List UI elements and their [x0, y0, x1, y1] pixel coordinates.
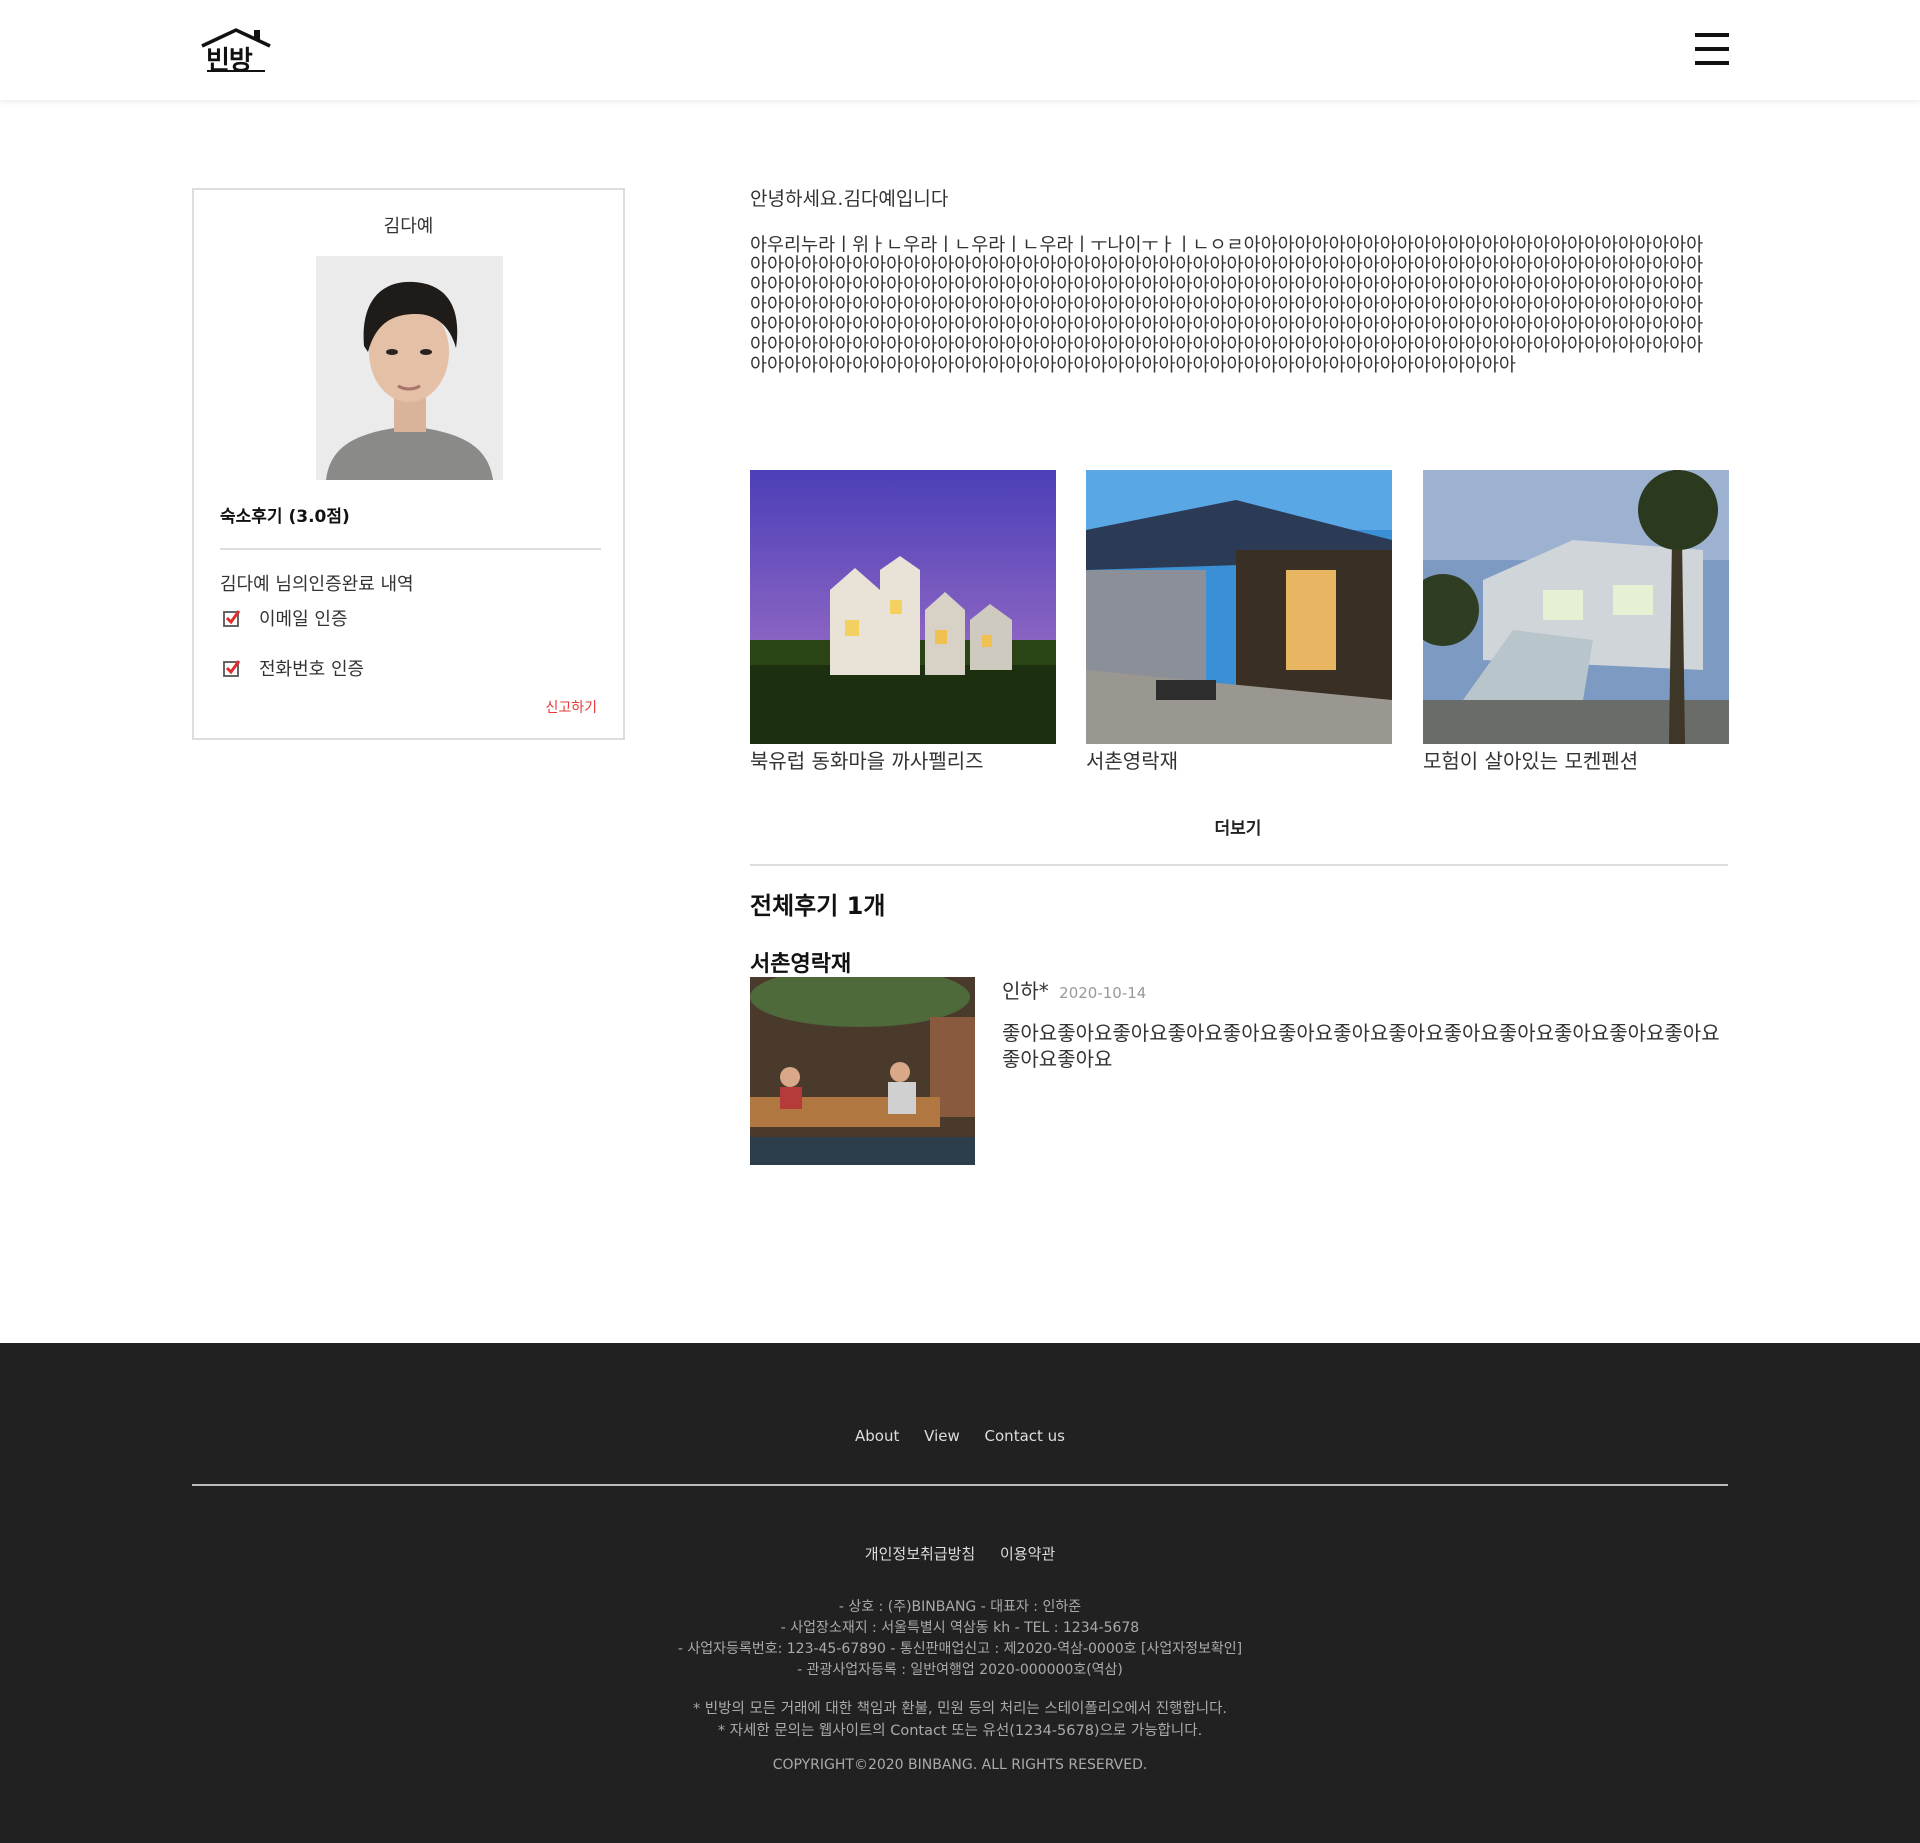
total-reviews-heading: 전체후기 1개	[750, 892, 886, 920]
listing-card[interactable]: 서촌영락재	[1086, 470, 1392, 774]
review-date: 2020-10-14	[1059, 984, 1147, 1002]
divider	[750, 864, 1728, 866]
footer-nav: About View Contact us	[0, 1427, 1920, 1445]
listing-card[interactable]: 북유럽 동화마을 까사펠리즈	[750, 470, 1056, 774]
footer-note-line: * 자세한 문의는 웹사이트의 Contact 또는 유선(1234-5678)…	[717, 1723, 1203, 1739]
footer-link-about[interactable]: About	[855, 1427, 899, 1445]
verification-label: 이메일 인증	[259, 609, 348, 630]
verification-phone: 전화번호 인증	[220, 655, 364, 681]
review-score: 숙소후기 (3.0점)	[220, 507, 350, 527]
footer-link-contact[interactable]: Contact us	[985, 1427, 1065, 1445]
verification-title: 김다예 님의인증완료 내역	[220, 574, 414, 595]
divider	[220, 548, 601, 550]
listing-title[interactable]: 북유럽 동화마을 까사펠리즈	[750, 745, 1056, 774]
listing-title[interactable]: 모험이 살아있는 모켄펜션	[1423, 745, 1729, 774]
hamburger-menu-icon[interactable]	[1695, 33, 1729, 65]
footer-policy-links: 개인정보취급방침 이용약관	[0, 1543, 1920, 1564]
site-footer: About View Contact us 개인정보취급방침 이용약관 - 상호…	[0, 1343, 1920, 1843]
profile-avatar	[316, 256, 503, 480]
footer-divider	[192, 1484, 1728, 1486]
listing-card[interactable]: 모험이 살아있는 모켄펜션	[1423, 470, 1729, 774]
review-photo[interactable]	[750, 977, 975, 1165]
listing-photo[interactable]	[1086, 470, 1392, 744]
intro-body: 아우리누라ㅣ위ㅏㄴ우라ㅣㄴ우라ㅣㄴ우라ㅣㅜ나이ㅜㅏㅣㄴㅇㄹ아아아아아아아아아아아…	[750, 235, 1704, 376]
review-text: 좋아요좋아요좋아요좋아요좋아요좋아요좋아요좋아요좋아요좋아요좋아요좋아요좋아요좋…	[1002, 1021, 1720, 1071]
company-info-line: - 관광사업자등록 : 일반여행업 2020-000000호(역삼)	[797, 1662, 1123, 1678]
profile-name: 김다예	[383, 216, 434, 237]
review-place-name[interactable]: 서촌영락재	[750, 946, 851, 978]
listing-photo[interactable]	[1423, 470, 1729, 744]
review-author-name: 인하*	[1002, 979, 1049, 1003]
review-author: 인하* 2020-10-14	[1002, 975, 1146, 1004]
listing-photo[interactable]	[750, 470, 1056, 744]
site-header: 빈방	[0, 0, 1920, 100]
profile-card: 김다예 숙소후기 (3.0점) 김다예 님의인증완료 내역 이메일 인증 전화번…	[192, 188, 625, 740]
privacy-policy-link[interactable]: 개인정보취급방침	[865, 1545, 975, 1563]
checkbox-checked-icon	[223, 610, 241, 627]
company-info: - 상호 : (주)BINBANG - 대표자 : 인하준 - 사업장소재지 :…	[0, 1597, 1920, 1681]
verification-email: 이메일 인증	[220, 605, 348, 631]
more-button[interactable]: 더보기	[1138, 814, 1338, 839]
footer-notes: * 빈방의 모든 거래에 대한 책임과 환불, 민원 등의 처리는 스테이폴리오…	[0, 1698, 1920, 1742]
company-info-line: - 사업장소재지 : 서울특별시 역삼동 kh - TEL : 1234-567…	[780, 1620, 1140, 1636]
report-link[interactable]: 신고하기	[545, 697, 597, 717]
terms-link[interactable]: 이용약관	[1000, 1545, 1055, 1563]
listing-title[interactable]: 서촌영락재	[1086, 745, 1392, 774]
company-info-line: - 상호 : (주)BINBANG - 대표자 : 인하준	[838, 1599, 1082, 1615]
intro-greeting: 안녕하세요.김다예입니다	[750, 188, 949, 210]
site-logo[interactable]: 빈방	[198, 26, 278, 76]
company-info-line: - 사업자등록번호: 123-45-67890 - 통신판매업신고 : 제202…	[677, 1641, 1243, 1657]
verification-label: 전화번호 인증	[259, 659, 365, 680]
copyright: COPYRIGHT©2020 BINBANG. ALL RIGHTS RESER…	[772, 1757, 1148, 1773]
checkbox-checked-icon	[223, 660, 241, 677]
logo-underline	[207, 70, 265, 72]
footer-note-line: * 빈방의 모든 거래에 대한 책임과 환불, 민원 등의 처리는 스테이폴리오…	[692, 1701, 1228, 1717]
footer-link-view[interactable]: View	[924, 1427, 960, 1445]
